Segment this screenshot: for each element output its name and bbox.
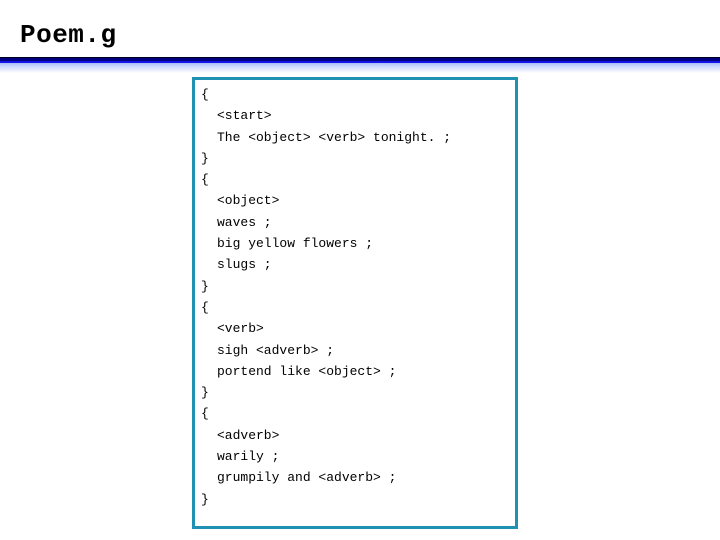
code-line: } — [201, 385, 209, 401]
code-line: } — [201, 278, 209, 294]
title-divider-rule — [0, 57, 720, 73]
rule-gradient-fade — [0, 63, 720, 73]
code-line: { — [201, 87, 209, 102]
code-line: slugs ; — [217, 257, 272, 273]
code-line: grumpily and <adverb> ; — [217, 470, 397, 486]
page-title: Poem.g — [20, 20, 117, 50]
code-line: warily ; — [217, 449, 280, 465]
code-line: <start> — [217, 108, 272, 124]
code-line: The <object> <verb> tonight. ; — [217, 129, 452, 145]
code-line-list: { <start> The <object> <verb> tonight. ;} {… — [201, 84, 513, 510]
code-line: waves ; — [217, 214, 272, 230]
code-line: big yellow flowers ; — [217, 236, 374, 252]
grammar-code-box: { <start> The <object> <verb> tonight. ;} {… — [192, 77, 518, 529]
code-line: { — [201, 406, 209, 422]
code-line: sigh <adverb> ; — [217, 342, 335, 358]
code-line: { — [201, 172, 209, 188]
code-line: portend like <object> ; — [217, 363, 397, 379]
code-line: <adverb> — [217, 427, 280, 443]
code-line: <verb> — [217, 321, 264, 337]
code-line: } — [201, 491, 209, 507]
code-line: <object> — [217, 193, 280, 209]
code-line: } — [201, 150, 209, 166]
code-line: { — [201, 299, 209, 315]
